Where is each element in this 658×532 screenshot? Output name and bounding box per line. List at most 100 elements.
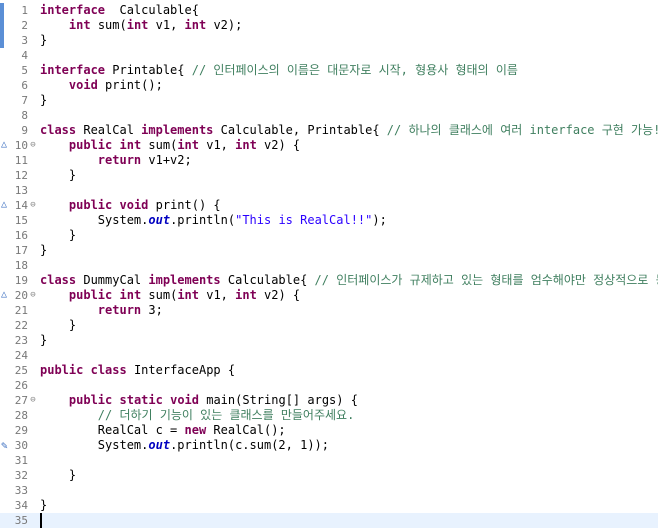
- code-line-19[interactable]: 19 class DummyCal implements Calculable{ …: [0, 273, 658, 288]
- code-line-24[interactable]: 24: [0, 348, 658, 363]
- code-line-7[interactable]: 7}: [0, 93, 658, 108]
- code-token: v1,: [199, 288, 236, 302]
- code-text[interactable]: }: [40, 318, 76, 333]
- code-token: implements: [141, 123, 214, 137]
- code-text[interactable]: public int sum(int v1, int v2) {: [40, 138, 300, 153]
- fold-toggle-icon[interactable]: ⊖: [28, 198, 38, 213]
- code-text[interactable]: RealCal c = new RealCal();: [40, 423, 286, 438]
- code-line-27[interactable]: 27 ⊖ public static void main(String[] arg…: [0, 393, 658, 408]
- fold-toggle-icon[interactable]: ⊖: [28, 138, 38, 153]
- code-line-11[interactable]: 11 return v1+v2;: [0, 153, 658, 168]
- text-cursor: [40, 513, 42, 528]
- code-text[interactable]: }: [40, 168, 76, 183]
- code-text[interactable]: }: [40, 33, 47, 48]
- code-line-21[interactable]: 21 return 3;: [0, 303, 658, 318]
- code-text[interactable]: // 더하기 기능이 있는 클래스를 만들어주세요.: [40, 408, 355, 423]
- code-token: v1+v2;: [141, 153, 192, 167]
- code-text[interactable]: interface Calculable{: [40, 3, 199, 18]
- code-text[interactable]: System.out.println("This is RealCal!!");: [40, 213, 387, 228]
- line-number: 13: [14, 184, 28, 197]
- fold-toggle-icon[interactable]: ⊖: [28, 288, 38, 303]
- code-token: int: [68, 18, 91, 32]
- code-line-32[interactable]: 32 }: [0, 468, 658, 483]
- code-line-2[interactable]: 2 int sum(int v1, int v2);: [0, 18, 658, 33]
- code-text[interactable]: }: [40, 333, 47, 348]
- code-token: "This is RealCal!!": [235, 213, 373, 227]
- code-line-31[interactable]: 31: [0, 453, 658, 468]
- fold-toggle-icon[interactable]: ⊖: [28, 393, 38, 408]
- code-token: System.: [40, 438, 149, 452]
- code-line-10[interactable]: △ 10 ⊖ public int sum(int v1, int v2) {: [0, 138, 658, 153]
- code-text[interactable]: return v1+v2;: [40, 153, 192, 168]
- line-number: 10: [14, 139, 28, 152]
- code-line-29[interactable]: 29 RealCal c = new RealCal();: [0, 423, 658, 438]
- code-editor[interactable]: 1 interface Calculable{2 int sum(int v1, …: [0, 0, 658, 532]
- code-token: }: [40, 228, 77, 242]
- line-number: 7: [21, 94, 28, 107]
- code-text[interactable]: int sum(int v1, int v2);: [40, 18, 242, 33]
- code-token: // 하나의 클래스에 여러 interface 구현 가능!: [386, 123, 658, 137]
- code-text[interactable]: class DummyCal implements Calculable{ //…: [40, 273, 658, 288]
- code-text[interactable]: }: [40, 228, 76, 243]
- code-token: .println(: [170, 213, 236, 227]
- code-line-33[interactable]: 33: [0, 483, 658, 498]
- code-line-15[interactable]: 15 System.out.println("This is RealCal!!…: [0, 213, 658, 228]
- code-text[interactable]: public int sum(int v1, int v2) {: [40, 288, 300, 303]
- code-text[interactable]: }: [40, 498, 47, 513]
- code-line-4[interactable]: 4: [0, 48, 658, 63]
- code-token: .println(c.sum(2, 1));: [170, 438, 330, 452]
- code-text[interactable]: public static void main(String[] args) {: [40, 393, 358, 408]
- code-line-30[interactable]: ✎ 30 System.out.println(c.sum(2, 1));: [0, 438, 658, 453]
- line-number: 15: [14, 214, 28, 227]
- code-text[interactable]: public class InterfaceApp {: [40, 363, 235, 378]
- code-text[interactable]: return 3;: [40, 303, 163, 318]
- line-number: 30: [14, 439, 28, 452]
- code-line-35[interactable]: 35: [0, 513, 658, 528]
- code-text[interactable]: interface Printable{ // 인터페이스의 이름은 대문자로 …: [40, 63, 518, 78]
- line-number: 33: [14, 484, 28, 497]
- code-text[interactable]: System.out.println(c.sum(2, 1));: [40, 438, 329, 453]
- line-number: 19: [14, 274, 28, 287]
- code-line-1[interactable]: 1 interface Calculable{: [0, 3, 658, 18]
- code-line-34[interactable]: 34}: [0, 498, 658, 513]
- code-line-23[interactable]: 23}: [0, 333, 658, 348]
- code-line-16[interactable]: 16 }: [0, 228, 658, 243]
- code-token: }: [40, 243, 48, 257]
- code-line-9[interactable]: 9 class RealCal implements Calculable, Pr…: [0, 123, 658, 138]
- code-token: public: [68, 198, 113, 212]
- code-line-26[interactable]: 26: [0, 378, 658, 393]
- code-line-5[interactable]: 5 interface Printable{ // 인터페이스의 이름은 대문자로…: [0, 63, 658, 78]
- code-line-3[interactable]: 3}: [0, 33, 658, 48]
- code-line-12[interactable]: 12 }: [0, 168, 658, 183]
- code-token: void: [119, 198, 149, 212]
- code-token: RealCal c =: [40, 423, 185, 437]
- code-text[interactable]: }: [40, 468, 76, 483]
- code-text[interactable]: class RealCal implements Calculable, Pri…: [40, 123, 658, 138]
- code-line-17[interactable]: 17}: [0, 243, 658, 258]
- code-text[interactable]: void print();: [40, 78, 163, 93]
- code-token: DummyCal: [76, 273, 149, 287]
- code-line-25[interactable]: 25 public class InterfaceApp {: [0, 363, 658, 378]
- line-number: 22: [14, 319, 28, 332]
- code-line-6[interactable]: 6 void print();: [0, 78, 658, 93]
- line-number: 21: [14, 304, 28, 317]
- code-line-20[interactable]: △ 20 ⊖ public int sum(int v1, int v2) {: [0, 288, 658, 303]
- code-line-28[interactable]: 28 // 더하기 기능이 있는 클래스를 만들어주세요.: [0, 408, 658, 423]
- line-number: 26: [14, 379, 28, 392]
- code-line-14[interactable]: △ 14 ⊖ public void print() {: [0, 198, 658, 213]
- line-number: 20: [14, 289, 28, 302]
- line-number: 17: [14, 244, 28, 257]
- code-line-22[interactable]: 22 }: [0, 318, 658, 333]
- code-token: implements: [148, 273, 221, 287]
- code-token: sum(: [141, 288, 178, 302]
- line-number: 4: [21, 49, 28, 62]
- code-text[interactable]: }: [40, 243, 47, 258]
- code-token: interface: [40, 63, 106, 77]
- code-token: static: [119, 393, 163, 407]
- code-text[interactable]: }: [40, 93, 47, 108]
- code-text[interactable]: public void print() {: [40, 198, 221, 213]
- code-line-8[interactable]: 8: [0, 108, 658, 123]
- code-line-13[interactable]: 13: [0, 183, 658, 198]
- code-line-18[interactable]: 18: [0, 258, 658, 273]
